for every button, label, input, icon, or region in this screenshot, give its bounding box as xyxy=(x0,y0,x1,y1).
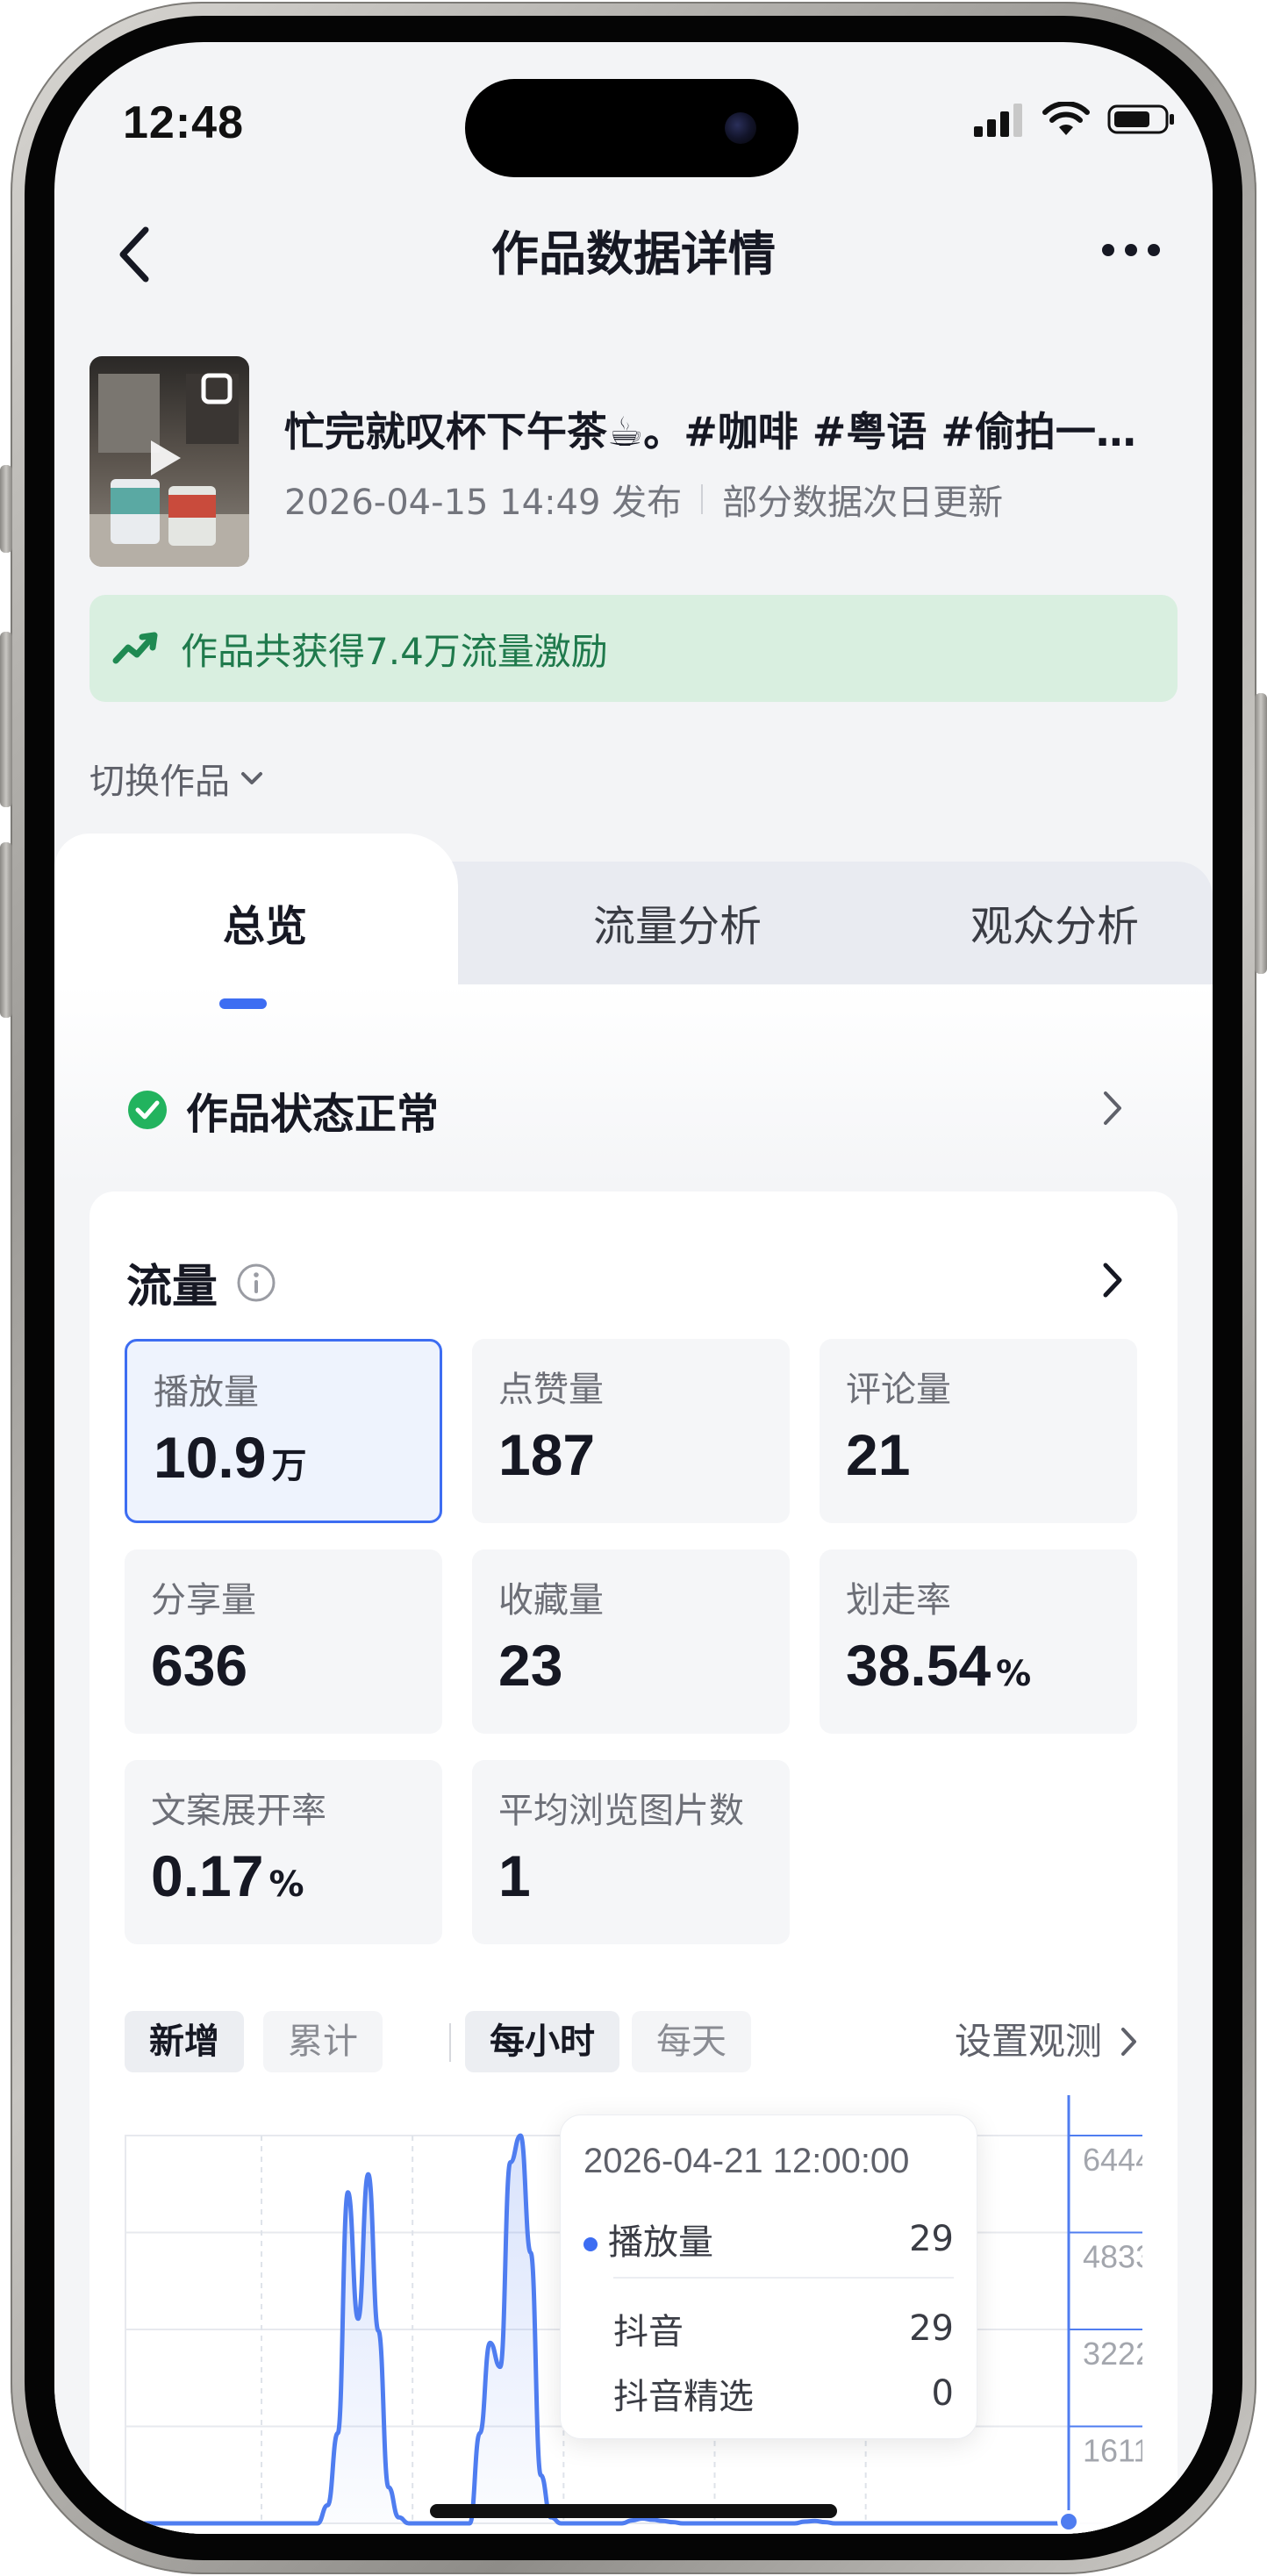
traffic-title: 流量 xyxy=(126,1261,218,1313)
update-note: 部分数据次日更新 xyxy=(722,483,1004,523)
back-arrow-icon[interactable] xyxy=(109,219,161,290)
tooltip-row-value: 0 xyxy=(931,2373,954,2414)
metric-favorites[interactable]: 收藏量 23 xyxy=(472,1549,790,1734)
dynamic-island xyxy=(465,79,798,177)
tooltip-time: 2026-04-21 12:00:00 xyxy=(583,2142,910,2180)
metric-label: 评论量 xyxy=(846,1370,951,1410)
metric-label: 分享量 xyxy=(151,1580,256,1621)
metric-swipe-rate[interactable]: 划走率 38.54% xyxy=(820,1549,1137,1734)
hourly-toggle[interactable]: 每小时 xyxy=(465,2011,619,2072)
publish-time: 2026-04-15 14:49 发布 xyxy=(284,483,683,523)
wifi-icon xyxy=(1042,102,1090,135)
metric-caption-expand-rate[interactable]: 文案展开率 0.17% xyxy=(125,1760,442,1944)
traffic-chevron-right-icon[interactable] xyxy=(1099,1258,1125,1302)
tooltip-total-row: 播放量 29 xyxy=(583,2214,954,2265)
set-observation-label: 设置观测 xyxy=(954,2020,1102,2063)
metric-plays[interactable]: 播放量 10.9 万 xyxy=(125,1339,442,1523)
chart-tooltip: 2026-04-21 12:00:00 播放量 29 抖音 29 抖音精选 0 xyxy=(560,2114,977,2439)
y-tick-label: 1611 xyxy=(1083,2433,1142,2469)
metric-label: 平均浏览图片数 xyxy=(498,1791,744,1831)
tooltip-row-value: 29 xyxy=(909,2308,954,2349)
chevron-down-icon xyxy=(241,772,262,784)
camera-icon xyxy=(725,112,756,144)
power-button xyxy=(1255,693,1267,974)
battery-icon xyxy=(1107,104,1174,134)
traffic-card-title: 流量 xyxy=(126,1249,277,1315)
cursor-point xyxy=(1057,2510,1080,2534)
series-dot-icon xyxy=(583,2237,598,2251)
tab-audience-analysis[interactable]: 观众分析 xyxy=(923,891,1186,962)
switch-work-button[interactable]: 切换作品 xyxy=(89,753,265,804)
metric-shares[interactable]: 分享量 636 xyxy=(125,1549,442,1734)
home-indicator xyxy=(430,2504,837,2518)
page-title: 作品数据详情 xyxy=(491,226,776,282)
y-tick-label: 3222 xyxy=(1083,2336,1142,2372)
action-button xyxy=(0,465,12,553)
tooltip-series-name: 播放量 xyxy=(608,2222,713,2263)
metric-value: 187 xyxy=(498,1422,596,1487)
y-tick-label: 6444 xyxy=(1083,2142,1142,2178)
status-icons xyxy=(974,102,1178,137)
tooltip-row-douyin-featured: 抖音精选 0 xyxy=(583,2368,954,2419)
trending-up-icon xyxy=(112,632,158,664)
status-time: 12:48 xyxy=(123,97,244,148)
metric-value: 38.54% xyxy=(846,1633,1032,1698)
tooltip-row-douyin: 抖音 29 xyxy=(583,2303,954,2354)
metric-comments[interactable]: 评论量 21 xyxy=(820,1339,1137,1523)
more-options-icon[interactable] xyxy=(1102,244,1160,256)
tab-traffic-analysis[interactable]: 流量分析 xyxy=(546,891,809,962)
metric-label: 播放量 xyxy=(154,1372,259,1413)
volume-down-button xyxy=(0,842,12,1018)
meta-divider xyxy=(701,484,704,514)
incentive-text: 作品共获得7.4万流量激励 xyxy=(181,629,608,673)
video-thumbnail[interactable] xyxy=(89,356,249,567)
daily-toggle[interactable]: 每天 xyxy=(632,2011,751,2072)
metric-value: 636 xyxy=(151,1633,248,1698)
metric-label: 文案展开率 xyxy=(151,1791,326,1831)
metric-label: 点赞量 xyxy=(498,1370,604,1410)
volume-up-button xyxy=(0,632,12,807)
work-status-row[interactable]: 作品状态正常 xyxy=(126,1079,439,1141)
check-circle-icon xyxy=(128,1091,167,1129)
metric-label: 划走率 xyxy=(846,1580,951,1621)
video-meta: 2026-04-15 14:49 发布 部分数据次日更新 xyxy=(284,474,1003,525)
metric-label: 收藏量 xyxy=(498,1580,604,1621)
work-status-text: 作品状态正常 xyxy=(186,1090,440,1139)
tooltip-row-label: 抖音 xyxy=(613,2312,684,2352)
metric-value: 23 xyxy=(498,1633,563,1698)
metric-value: 1 xyxy=(498,1843,531,1908)
tooltip-divider xyxy=(613,2277,954,2279)
metric-value: 10.9 万 xyxy=(154,1425,307,1490)
metric-value: 0.17% xyxy=(151,1843,304,1908)
metric-avg-images-viewed[interactable]: 平均浏览图片数 1 xyxy=(472,1760,790,1944)
tooltip-total-value: 29 xyxy=(909,2219,954,2259)
metric-likes[interactable]: 点赞量 187 xyxy=(472,1339,790,1523)
app-screen: 12:48 作品数据详情 忙完就叹杯下午茶☕。#咖啡 #粤语 #偷拍一… 202… xyxy=(54,42,1213,2534)
tooltip-row-label: 抖音精选 xyxy=(613,2377,754,2417)
y-tick-label: 4833 xyxy=(1083,2239,1142,2275)
mode-cumulative-toggle[interactable]: 累计 xyxy=(263,2011,383,2072)
mode-new-toggle[interactable]: 新增 xyxy=(125,2011,244,2072)
cellular-signal-icon xyxy=(974,104,1022,137)
chevron-right-icon[interactable] xyxy=(1099,1086,1125,1130)
metric-value: 21 xyxy=(846,1422,911,1487)
switch-work-label: 切换作品 xyxy=(89,762,230,802)
tab-underline xyxy=(219,998,267,1009)
tab-overview[interactable]: 总览 xyxy=(168,891,361,962)
set-observation-button[interactable]: 设置观测 xyxy=(955,2011,1139,2072)
segment-divider xyxy=(449,2023,451,2062)
chevron-right-icon xyxy=(1121,2028,1136,2056)
video-title: 忙完就叹杯下午茶☕。#咖啡 #粤语 #偷拍一… xyxy=(284,408,1136,455)
incentive-banner[interactable]: 作品共获得7.4万流量激励 xyxy=(89,595,1178,702)
info-icon[interactable] xyxy=(235,1262,277,1304)
